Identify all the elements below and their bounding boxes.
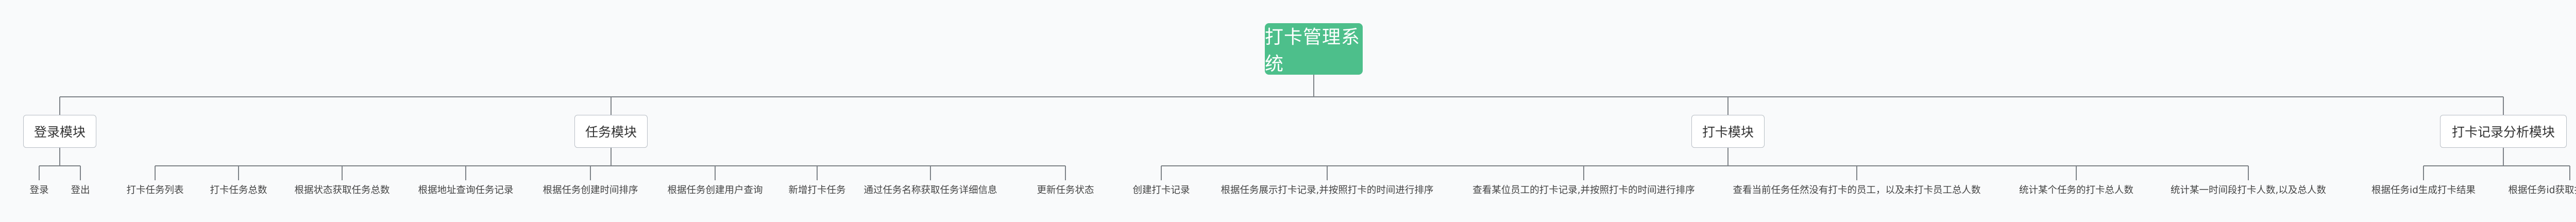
leaf-unchecked-employees[interactable]: 查看当前任务任然没有打卡的员工，以及未打卡员工总人数 <box>1733 183 1980 198</box>
leaf-task-checkin-total[interactable]: 统计某个任务的打卡总人数 <box>2019 183 2133 198</box>
leaf-records-by-task-sorted[interactable]: 根据任务展示打卡记录,并按照打卡的时间进行排序 <box>1221 183 1434 198</box>
leaf-task-create[interactable]: 新增打卡任务 <box>788 183 845 198</box>
leaf-task-query-by-address[interactable]: 根据地址查询任务记录 <box>418 183 513 198</box>
module-label: 任务模块 <box>585 125 637 140</box>
leaf-records-by-employee-sorted[interactable]: 查看某位员工的打卡记录,并按照打卡的时间进行排序 <box>1472 183 1694 198</box>
module-login[interactable]: 登录模块 <box>23 115 96 148</box>
leaf-create-checkin-record[interactable]: 创建打卡记录 <box>1132 183 1190 198</box>
module-checkin[interactable]: 打卡模块 <box>1691 115 1765 148</box>
root-node[interactable]: 打卡管理系统 <box>1265 23 1363 75</box>
leaf-generate-result-by-task-id[interactable]: 根据任务id生成打卡结果 <box>2371 183 2476 198</box>
leaf-task-query-by-creator[interactable]: 根据任务创建用户查询 <box>667 183 762 198</box>
module-label: 打卡模块 <box>1702 125 1754 140</box>
module-record-analysis[interactable]: 打卡记录分析模块 <box>2440 115 2567 148</box>
module-task[interactable]: 任务模块 <box>574 115 648 148</box>
leaf-task-count-by-status[interactable]: 根据状态获取任务总数 <box>294 183 389 198</box>
module-label: 打卡记录分析模块 <box>2451 125 2555 140</box>
leaf-task-update-status[interactable]: 更新任务状态 <box>1037 183 1094 198</box>
mind-map-canvas: 打卡管理系统 登录模块 任务模块 打卡模块 打卡记录分析模块 登录 登出 打卡任… <box>0 0 2576 222</box>
leaf-task-sort-by-time[interactable]: 根据任务创建时间排序 <box>543 183 638 198</box>
leaf-task-detail-by-name[interactable]: 通过任务名称获取任务详细信息 <box>863 183 997 198</box>
root-label: 打卡管理系统 <box>1265 27 1361 75</box>
module-label: 登录模块 <box>33 125 86 140</box>
leaf-stats-by-task-id[interactable]: 根据任务id获取打卡统计信息 <box>2509 183 2576 198</box>
leaf-task-list[interactable]: 打卡任务列表 <box>126 183 183 198</box>
leaf-period-checkin-count[interactable]: 统计某一时间段打卡人数,以及总人数 <box>2171 183 2326 198</box>
leaf-logout[interactable]: 登出 <box>71 183 90 198</box>
leaf-login[interactable]: 登录 <box>29 183 48 198</box>
leaf-task-total[interactable]: 打卡任务总数 <box>210 183 267 198</box>
